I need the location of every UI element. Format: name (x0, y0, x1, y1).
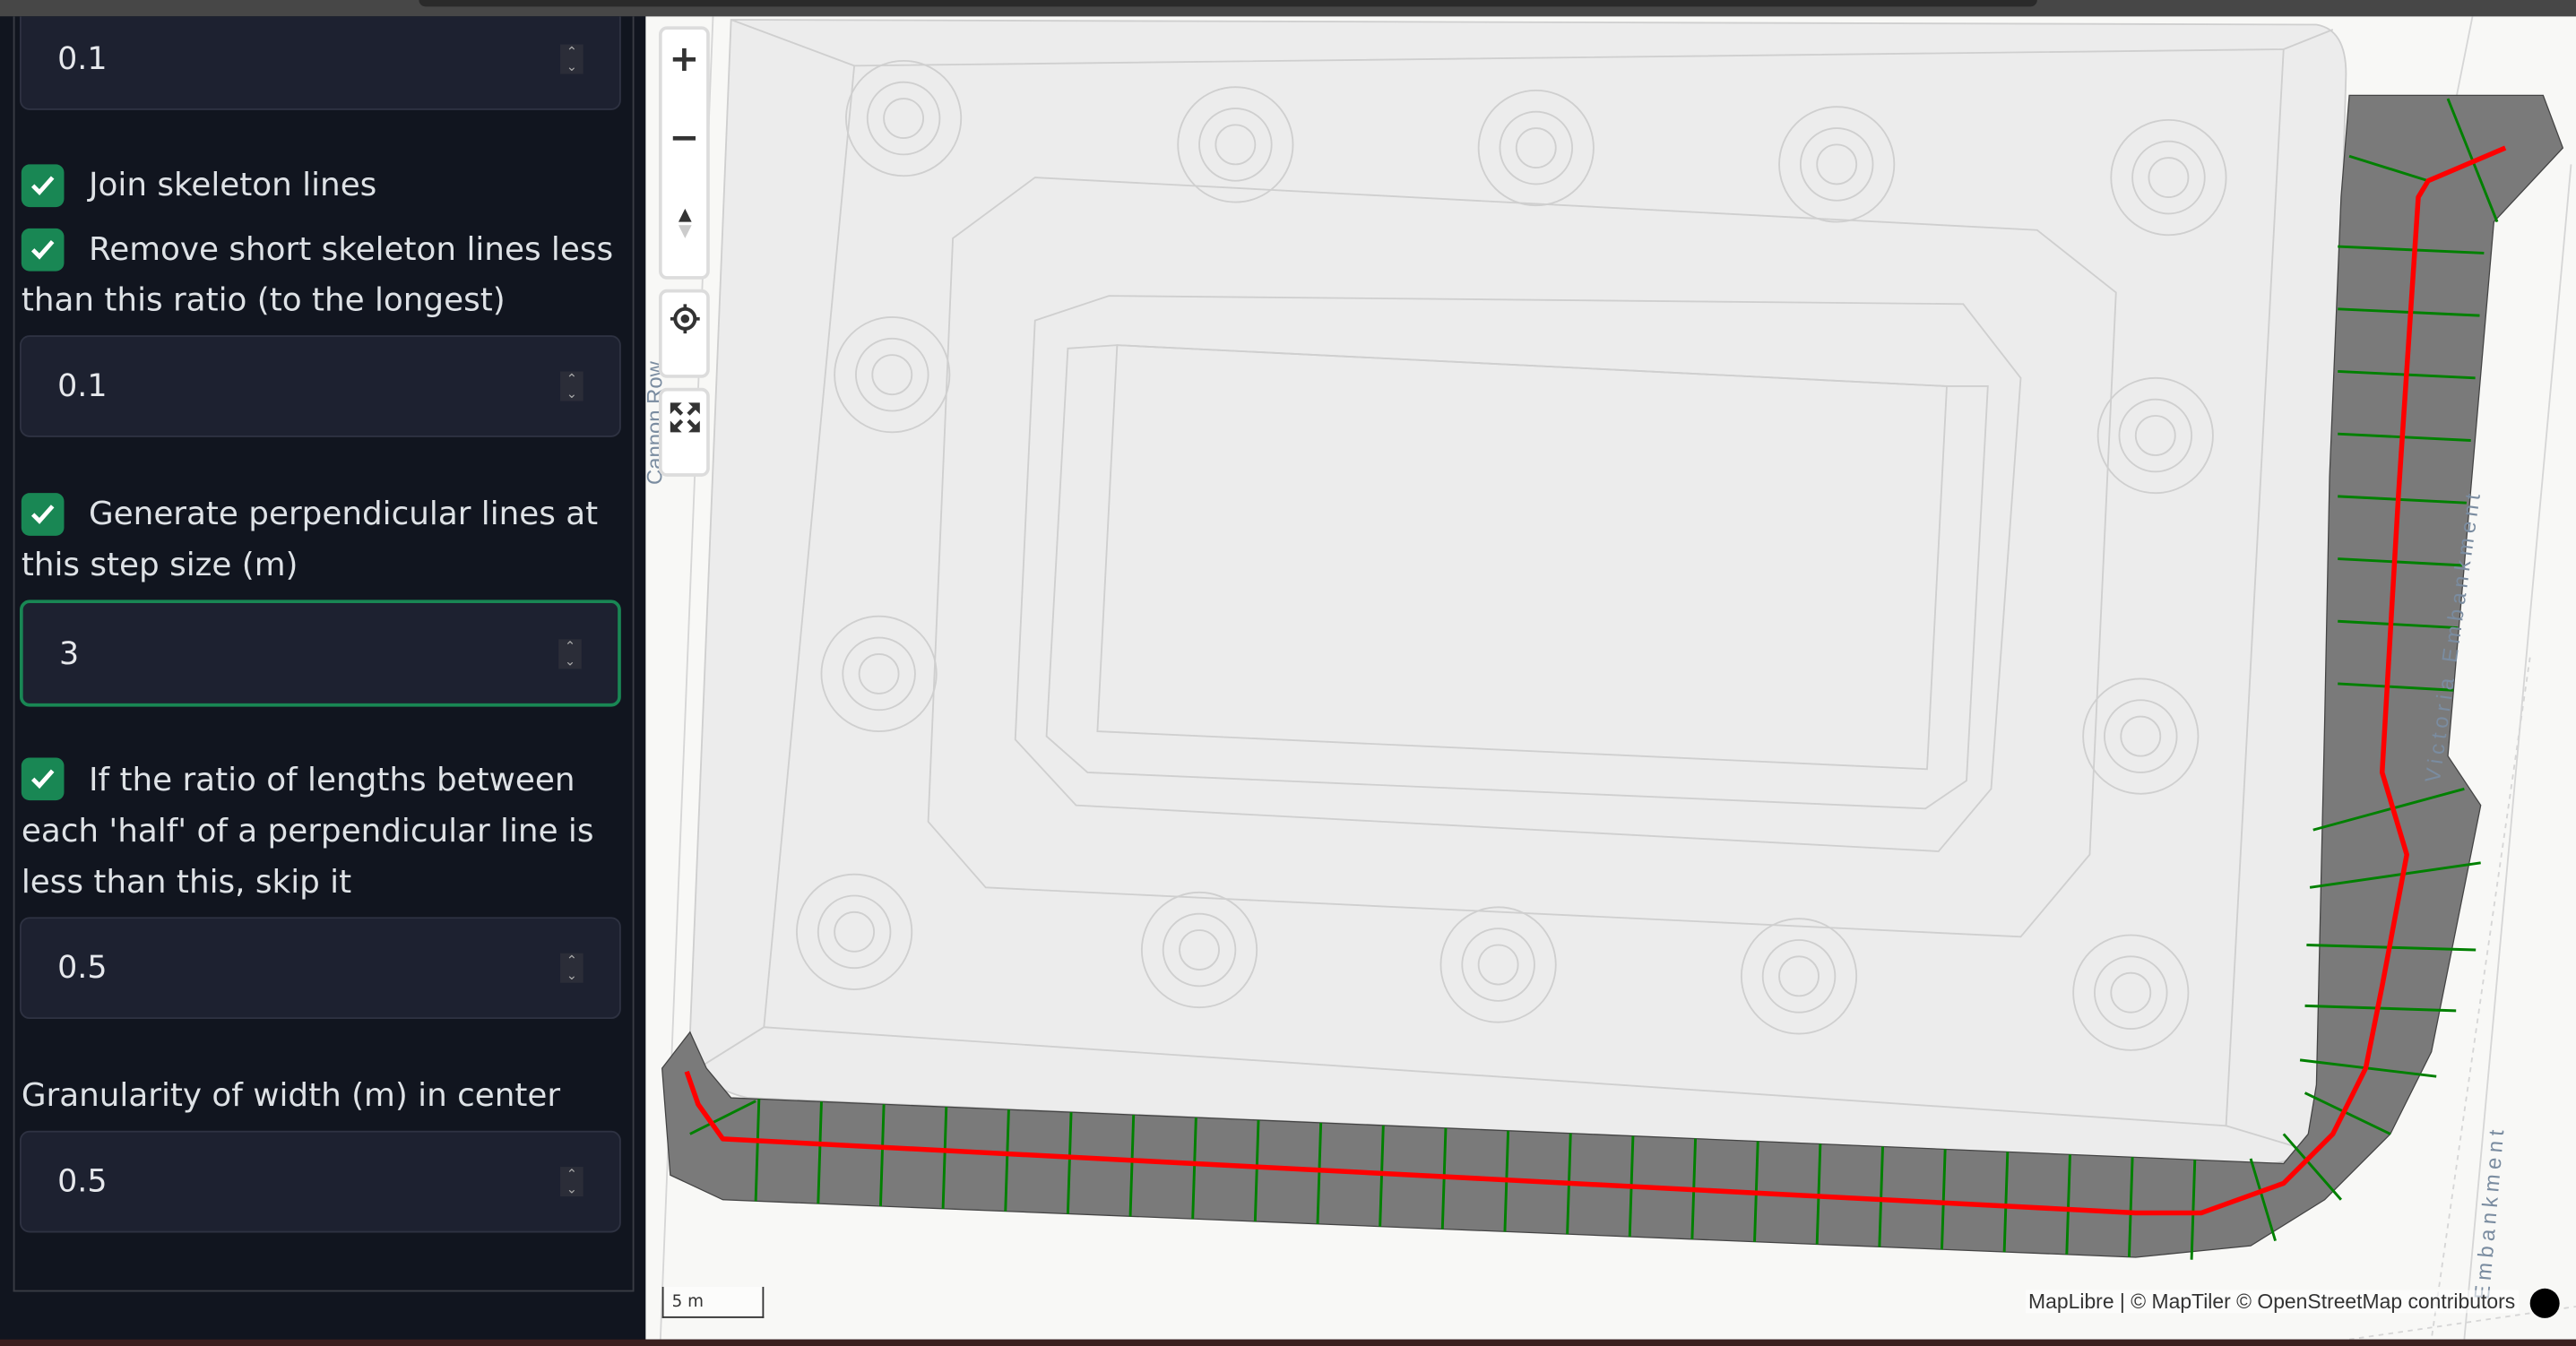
field-value: 0.1 (57, 367, 108, 405)
compass-button[interactable] (662, 194, 706, 253)
fullscreen-button[interactable] (662, 391, 706, 444)
spinner-icon[interactable]: ⌃ ⌄ (558, 638, 582, 669)
spinner-icon[interactable]: ⌃ ⌄ (560, 953, 583, 983)
field-value: 0.5 (57, 1163, 108, 1200)
granularity-input[interactable]: 0.5 ⌃ ⌄ (19, 1130, 621, 1233)
navigation-control: + − (658, 26, 710, 280)
short-lines-ratio-input[interactable]: 0.1 ⌃ ⌄ (19, 335, 621, 437)
browser-tab-strip (419, 0, 2037, 7)
map-layers (659, 16, 2576, 1340)
street-line (2455, 16, 2474, 99)
bottom-bar (0, 1339, 2576, 1346)
compass-icon (678, 208, 691, 238)
browser-top-bar (0, 0, 2576, 17)
maplibre-logo-icon[interactable] (2529, 1288, 2560, 1318)
step-size-input[interactable]: 3 ⌃ ⌄ (19, 600, 621, 707)
half-ratio-label: If the ratio of lengths between each 'ha… (21, 761, 594, 901)
zoom-out-button[interactable]: − (662, 108, 706, 168)
ratio-input-top[interactable]: 0.1 ⌃ ⌄ (19, 16, 621, 110)
scale-bar: 5 m (661, 1286, 765, 1318)
fullscreen-control (658, 387, 710, 477)
remove-short-lines-label: Remove short skeleton lines less than th… (21, 229, 614, 319)
field-value: 0.1 (57, 40, 108, 78)
field-value: 3 (58, 634, 80, 672)
perpendicular-lines-label: Generate perpendicular lines at this ste… (21, 495, 599, 584)
settings-sidebar: 0.1 ⌃ ⌄ Join skeleton lines Remove short s… (0, 16, 646, 1340)
spinner-icon[interactable]: ⌃ ⌄ (560, 44, 583, 74)
geolocate-control (658, 289, 710, 378)
half-ratio-input[interactable]: 0.5 ⌃ ⌄ (19, 917, 621, 1020)
map-attribution[interactable]: MapLibre | © MapTiler © OpenStreetMap co… (2025, 1290, 2519, 1314)
field-value: 0.5 (57, 950, 108, 987)
fullscreen-icon (669, 402, 699, 433)
spinner-icon[interactable]: ⌃ ⌄ (560, 371, 583, 401)
join-skeleton-label: Join skeleton lines (88, 166, 377, 204)
locate-icon (669, 304, 699, 334)
geolocate-button[interactable] (662, 292, 706, 345)
spinner-icon[interactable]: ⌃ ⌄ (560, 1167, 583, 1197)
app: 0.1 ⌃ ⌄ Join skeleton lines Remove short s… (0, 0, 2576, 1346)
zoom-in-button[interactable]: + (662, 30, 706, 89)
map-canvas[interactable]: Victoria Embankment Embankment Cannon Ro… (645, 16, 2576, 1340)
